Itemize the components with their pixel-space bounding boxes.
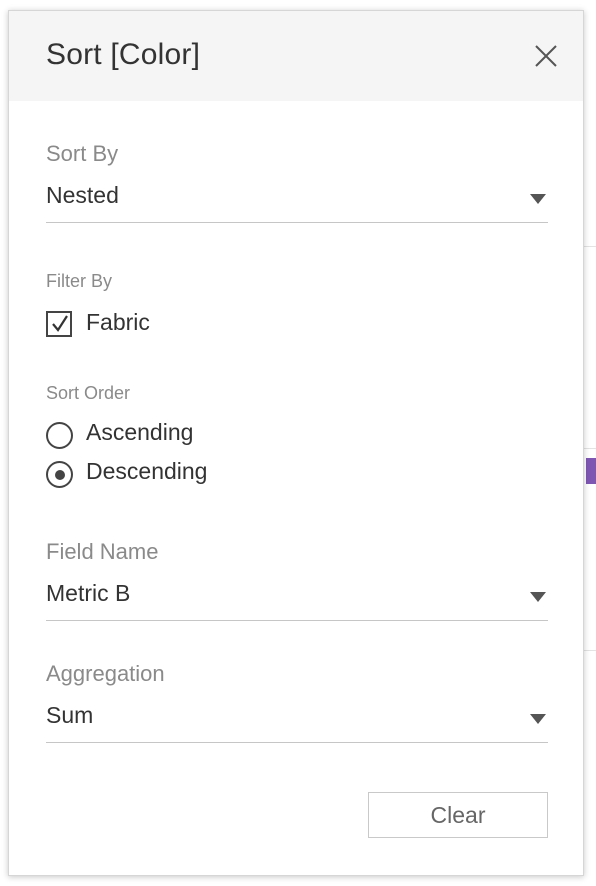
checkmark-icon — [52, 315, 68, 332]
checkbox-box[interactable] — [46, 311, 72, 337]
aggregation-dropdown[interactable]: Sum — [46, 698, 548, 743]
sort-by-label: Sort By — [46, 141, 119, 166]
aggregation-value: Sum — [46, 702, 94, 728]
radio-ascending-label: Ascending — [86, 419, 194, 445]
sort-dialog: Sort [Color] Sort By Nested Filter By Fa… — [8, 10, 584, 876]
background-bar-mark — [586, 458, 596, 484]
background-gridline — [584, 246, 596, 247]
sort-by-dropdown[interactable]: Nested — [46, 178, 548, 223]
field-name-value: Metric B — [46, 580, 131, 606]
dialog-title: Sort [Color] — [46, 38, 201, 71]
sort-order-label: Sort Order — [46, 383, 131, 403]
radio-button-unselected[interactable] — [46, 422, 73, 449]
radio-descending-label: Descending — [86, 458, 208, 484]
background-gridline — [584, 650, 596, 651]
dialog-header: Sort [Color] — [9, 11, 583, 101]
chevron-down-icon — [530, 714, 546, 724]
radio-button-selected[interactable] — [46, 461, 73, 488]
radio-selected-dot — [54, 469, 65, 480]
filter-by-label: Filter By — [46, 271, 113, 291]
filter-fabric-label: Fabric — [86, 309, 150, 335]
field-name-dropdown[interactable]: Metric B — [46, 576, 548, 621]
clear-button[interactable]: Clear — [368, 792, 548, 838]
close-icon — [535, 45, 557, 67]
field-name-label: Field Name — [46, 539, 159, 564]
chevron-down-icon — [530, 194, 546, 204]
background-gridline — [584, 448, 596, 449]
close-button[interactable] — [533, 43, 559, 69]
aggregation-label: Aggregation — [46, 661, 165, 686]
chevron-down-icon — [530, 592, 546, 602]
sort-by-value: Nested — [46, 182, 119, 208]
